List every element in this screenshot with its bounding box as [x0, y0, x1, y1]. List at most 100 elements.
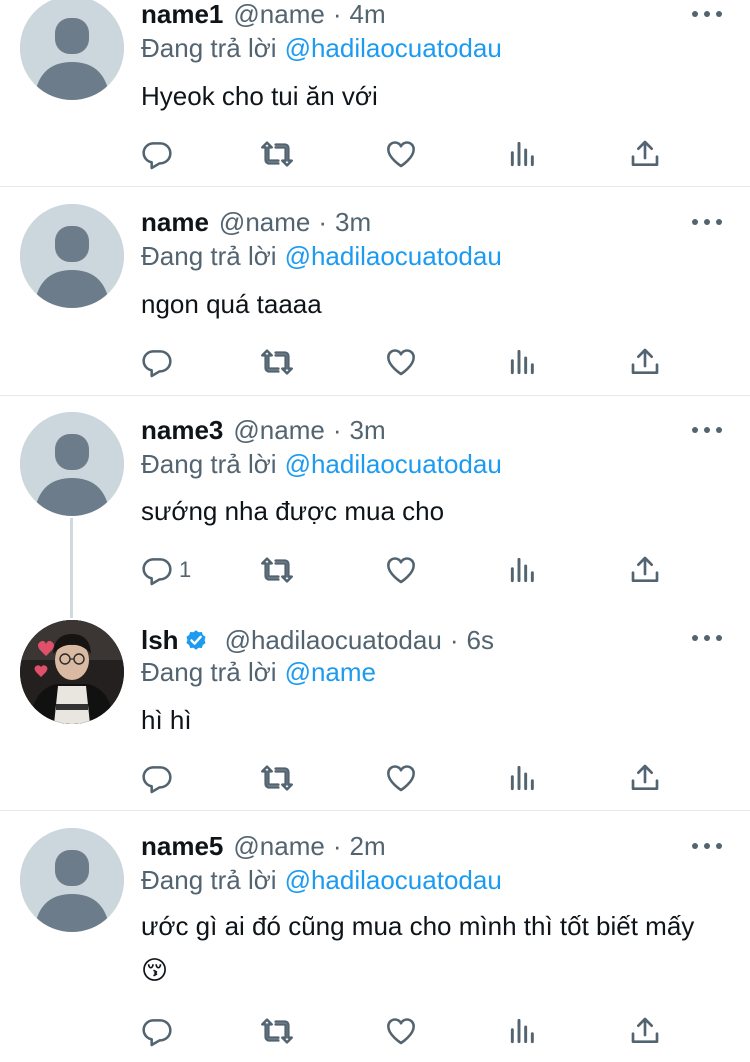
tweet-text: hì hì: [141, 705, 192, 735]
retweet-button[interactable]: [261, 134, 293, 174]
tweet-time[interactable]: 6s: [466, 623, 493, 657]
retweet-icon: [261, 765, 293, 791]
like-icon: [387, 1018, 415, 1045]
tweet-text: ước gì ai đó cũng mua cho mình thì tốt b…: [141, 911, 695, 985]
mention-link[interactable]: @name: [285, 657, 376, 687]
views-button[interactable]: [507, 758, 539, 798]
user-avatar[interactable]: [20, 620, 124, 724]
default-avatar[interactable]: [20, 412, 124, 516]
mention-link[interactable]: @hadilaocuatodau: [285, 449, 502, 479]
separator-dot: ·: [332, 415, 342, 445]
retweet-button[interactable]: [261, 550, 293, 590]
views-button[interactable]: [507, 550, 539, 590]
replying-label: Đang trả lời: [141, 657, 277, 687]
user-handle[interactable]: @name: [233, 829, 324, 863]
tweet[interactable]: name5 @name · 2m Đang trả lời @hadilaocua…: [0, 811, 750, 1062]
share-button[interactable]: [629, 1011, 661, 1051]
tweet-header: name3 @name · 3m: [141, 413, 386, 447]
mention-link[interactable]: @hadilaocuatodau: [285, 865, 502, 895]
retweet-button[interactable]: [261, 342, 293, 382]
views-button[interactable]: [507, 342, 539, 382]
share-button[interactable]: [629, 342, 661, 382]
reply-count: 1: [179, 557, 192, 582]
share-icon: [631, 1017, 659, 1043]
thread-connector: [70, 518, 73, 618]
views-button[interactable]: [507, 1011, 539, 1051]
user-handle[interactable]: @name: [233, 0, 324, 31]
tweet-actions: [141, 1011, 681, 1051]
replying-to: Đang trả lời @hadilaocuatodau: [141, 239, 502, 273]
tweet-header: name1 @name · 4m: [141, 0, 386, 31]
retweet-icon: [261, 557, 293, 583]
tweet-text: ngon quá taaaa: [141, 289, 322, 319]
like-button[interactable]: [385, 342, 417, 382]
retweet-button[interactable]: [261, 1011, 293, 1051]
more-icon[interactable]: [692, 841, 722, 851]
views-icon: [510, 1018, 534, 1044]
views-icon: [510, 765, 534, 791]
more-icon[interactable]: [692, 9, 722, 19]
tweet-time[interactable]: 4m: [350, 0, 386, 31]
tweet-text: sướng nha được mua cho: [141, 496, 445, 526]
share-button[interactable]: [629, 134, 661, 174]
views-button[interactable]: [507, 134, 539, 174]
separator-dot: ·: [318, 207, 328, 237]
like-button[interactable]: [385, 1011, 417, 1051]
like-icon: [387, 141, 415, 168]
reply-button[interactable]: [141, 134, 179, 174]
separator-dot: ·: [449, 625, 459, 655]
reply-icon: [142, 1019, 172, 1047]
tweet-time[interactable]: 3m: [335, 205, 371, 239]
like-icon: [387, 349, 415, 376]
default-avatar[interactable]: [20, 828, 124, 932]
share-button[interactable]: [629, 550, 661, 590]
reply-icon: [142, 558, 172, 586]
retweet-button[interactable]: [261, 758, 293, 798]
share-button[interactable]: [629, 758, 661, 798]
tweet-time[interactable]: 2m: [350, 829, 386, 863]
reply-button[interactable]: 1: [141, 550, 191, 590]
more-icon[interactable]: [692, 633, 722, 643]
default-avatar[interactable]: [20, 204, 124, 308]
more-icon[interactable]: [692, 425, 722, 435]
reply-icon: [142, 142, 172, 170]
replying-to: Đang trả lời @name: [141, 655, 376, 689]
mention-link[interactable]: @hadilaocuatodau: [285, 241, 502, 271]
replying-label: Đang trả lời: [141, 865, 277, 895]
user-handle[interactable]: @name: [233, 413, 324, 447]
views-icon: [510, 141, 534, 167]
share-icon: [631, 556, 659, 582]
user-name[interactable]: name3: [141, 413, 223, 447]
like-button[interactable]: [385, 758, 417, 798]
tweet-actions: [141, 342, 681, 382]
tweet-time[interactable]: 3m: [350, 413, 386, 447]
user-name[interactable]: name5: [141, 829, 223, 863]
reply-button[interactable]: [141, 1011, 179, 1051]
reply-button[interactable]: [141, 342, 179, 382]
more-icon[interactable]: [692, 217, 722, 227]
user-name[interactable]: lsh: [141, 623, 179, 657]
separator-dot: ·: [332, 0, 342, 29]
retweet-icon: [261, 141, 293, 167]
mention-link[interactable]: @hadilaocuatodau: [285, 33, 502, 63]
replying-to: Đang trả lời @hadilaocuatodau: [141, 863, 502, 897]
reply-icon: [142, 350, 172, 378]
user-handle[interactable]: @hadilaocuatodau: [225, 623, 442, 657]
user-handle[interactable]: @name: [219, 205, 310, 239]
tweet[interactable]: name @name · 3m Đang trả lời @hadilaocuat…: [0, 187, 750, 395]
verified-icon: [186, 630, 206, 650]
retweet-icon: [261, 349, 293, 375]
like-icon: [387, 765, 415, 792]
tweet[interactable]: lsh @hadilaocuatodau · 6s Đang trả lời @n…: [0, 604, 750, 810]
like-button[interactable]: [385, 134, 417, 174]
replying-label: Đang trả lời: [141, 33, 277, 63]
reply-button[interactable]: [141, 758, 179, 798]
user-name[interactable]: name: [141, 205, 209, 239]
like-button[interactable]: [385, 550, 417, 590]
reply-icon: [142, 766, 172, 794]
tweet[interactable]: name3 @name · 3m Đang trả lời @hadilaocua…: [0, 396, 750, 604]
user-name[interactable]: name1: [141, 0, 223, 31]
replying-label: Đang trả lời: [141, 449, 277, 479]
tweet[interactable]: name1 @name · 4m Đang trả lời @hadilaocua…: [0, 0, 750, 187]
default-avatar[interactable]: [20, 0, 124, 100]
